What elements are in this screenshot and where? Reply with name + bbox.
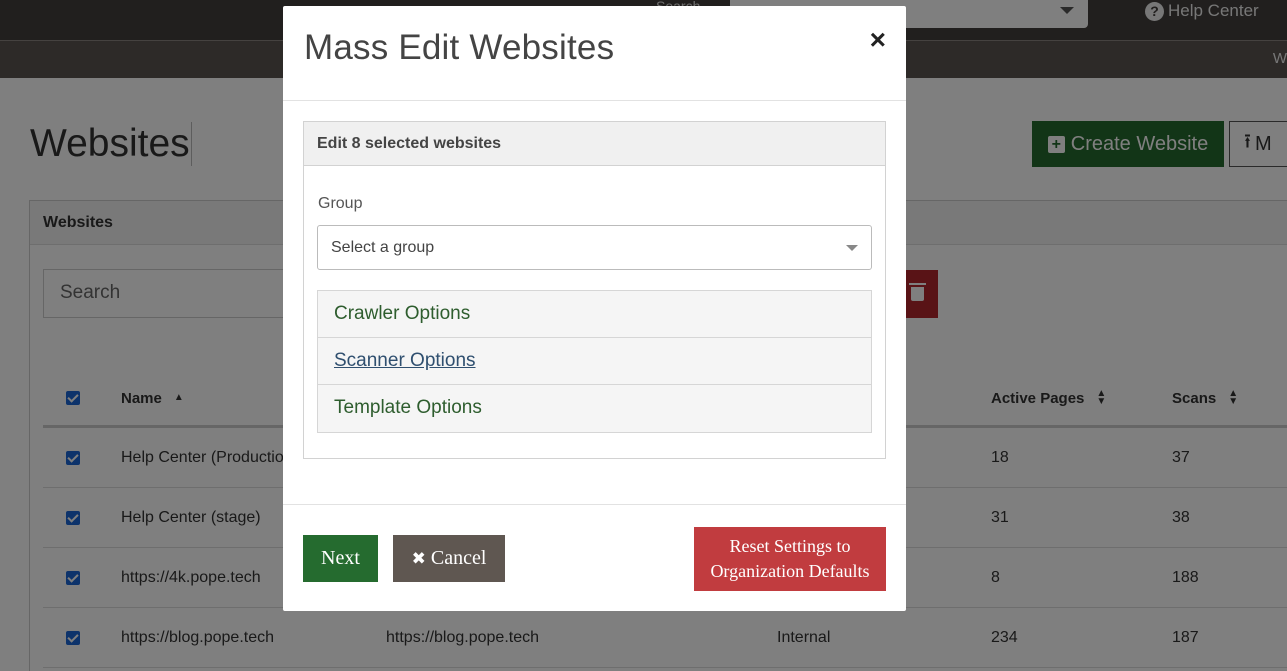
options-accordion: Crawler Options Scanner Options Template… [317, 290, 872, 433]
group-label: Group [318, 195, 363, 212]
group-select[interactable]: Select a group [317, 225, 872, 270]
accordion-template-options[interactable]: Template Options [318, 385, 871, 432]
reset-settings-label-line1: Reset Settings to [729, 536, 851, 556]
chevron-down-icon [846, 245, 858, 251]
accordion-scanner-options[interactable]: Scanner Options [318, 338, 871, 385]
edit-card: Edit 8 selected websites Group Select a … [303, 121, 886, 459]
close-icon[interactable]: × [870, 26, 886, 54]
modal-header: Mass Edit Websites × [283, 6, 906, 101]
reset-settings-label-line2: Organization Defaults [710, 561, 870, 581]
cancel-label: Cancel [430, 547, 487, 569]
group-select-placeholder: Select a group [331, 239, 435, 256]
reset-settings-button[interactable]: Reset Settings to Organization Defaults [694, 527, 886, 591]
next-button[interactable]: Next [303, 535, 378, 582]
cancel-button[interactable]: ✖ Cancel [393, 535, 505, 582]
edit-card-header: Edit 8 selected websites [304, 122, 885, 166]
mass-edit-modal: Mass Edit Websites × Edit 8 selected web… [283, 6, 906, 611]
modal-footer: Next ✖ Cancel Reset Settings to Organiza… [283, 504, 906, 611]
accordion-crawler-options[interactable]: Crawler Options [318, 291, 871, 338]
close-icon: ✖ [411, 548, 426, 569]
modal-title: Mass Edit Websites [304, 28, 615, 67]
